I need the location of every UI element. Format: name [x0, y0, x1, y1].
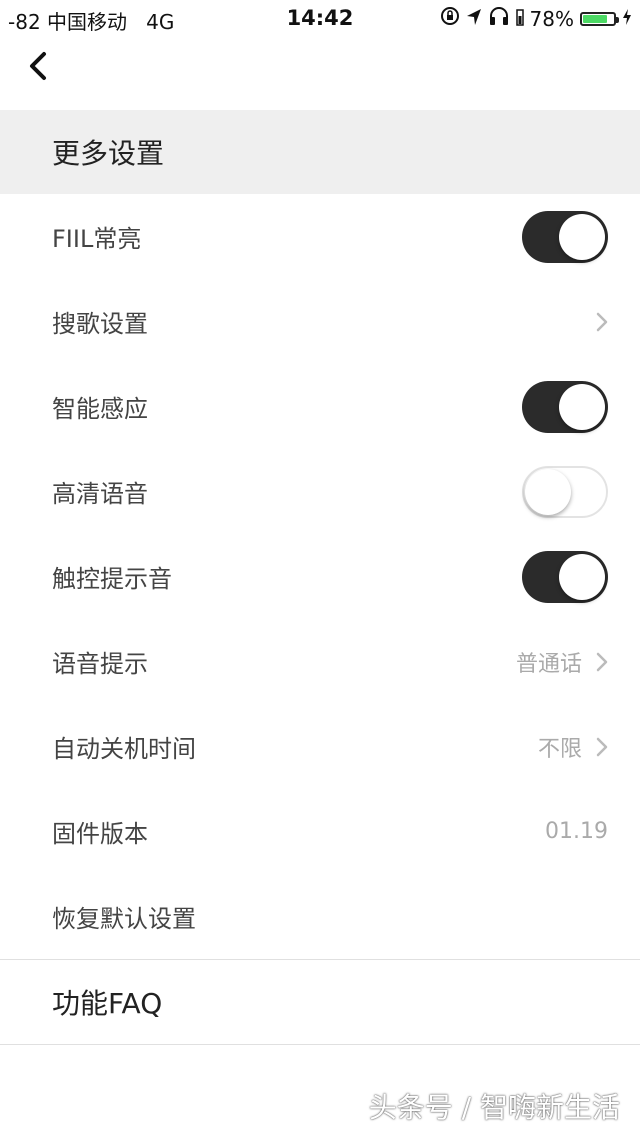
section-header: 更多设置: [0, 110, 640, 194]
battery-percent: 78%: [529, 6, 574, 31]
setting-row-voice-prompt[interactable]: 语音提示 普通话: [0, 619, 640, 704]
setting-row-firmware: 固件版本 01.19: [0, 789, 640, 874]
setting-label: 搜歌设置: [52, 310, 148, 338]
setting-label: 自动关机时间: [52, 735, 196, 763]
setting-value: 不限: [537, 736, 582, 762]
headphone-battery-icon: [515, 7, 524, 31]
back-button[interactable]: [18, 48, 58, 88]
battery-icon: [580, 11, 619, 26]
status-right: 78%: [440, 6, 632, 31]
row-right: [596, 312, 608, 332]
setting-label: 恢复默认设置: [52, 905, 196, 933]
firmware-version: 01.19: [545, 819, 608, 844]
headphones-icon: [488, 6, 510, 31]
setting-row-auto-off[interactable]: 自动关机时间 不限: [0, 704, 640, 789]
setting-label: 语音提示: [52, 650, 148, 678]
row-right: 01.19: [545, 819, 608, 844]
chevron-right-icon: [596, 652, 608, 672]
setting-row-hd-voice: 高清语音: [0, 449, 640, 534]
setting-label: 固件版本: [52, 820, 148, 848]
setting-row-restore-defaults[interactable]: 恢复默认设置: [0, 874, 640, 959]
divider: [0, 1044, 640, 1045]
rotation-lock-icon: [440, 6, 460, 31]
setting-row-song-search[interactable]: 搜歌设置: [0, 279, 640, 364]
faq-label: 功能FAQ: [52, 987, 163, 1020]
status-bar: -82 中国移动 4G 14:42 78%: [0, 0, 640, 36]
smart-sense-toggle[interactable]: [522, 380, 608, 433]
settings-list: FIIL常亮 搜歌设置 智能感应 高清语音 触控提示音 语音提示 普通话 自动关…: [0, 194, 640, 1045]
chevron-right-icon: [596, 312, 608, 332]
touch-sound-toggle[interactable]: [522, 550, 608, 603]
toggle-knob: [559, 553, 605, 600]
location-arrow-icon: [466, 7, 482, 31]
toggle-knob: [559, 213, 605, 260]
chevron-left-icon: [27, 51, 49, 85]
row-right: 普通话: [516, 646, 608, 678]
toggle-knob: [559, 383, 605, 430]
setting-label: 高清语音: [52, 480, 148, 508]
setting-label: FIIL常亮: [52, 225, 142, 253]
charging-bolt-icon: [622, 7, 632, 31]
setting-label: 智能感应: [52, 395, 148, 423]
setting-value: 普通话: [515, 651, 582, 677]
faq-row[interactable]: 功能FAQ: [0, 960, 640, 1044]
row-right: 不限: [538, 731, 608, 763]
setting-row-touch-sound: 触控提示音: [0, 534, 640, 619]
setting-row-fiil-always-on: FIIL常亮: [0, 194, 640, 279]
hd-voice-toggle[interactable]: [522, 465, 608, 518]
section-title: 更多设置: [52, 137, 165, 170]
fiil-always-on-toggle[interactable]: [522, 210, 608, 263]
setting-label: 触控提示音: [52, 565, 172, 593]
chevron-right-icon: [596, 737, 608, 757]
setting-row-smart-sense: 智能感应: [0, 364, 640, 449]
toggle-knob: [525, 468, 571, 515]
watermark: 头条号 / 智嗨新生活: [368, 1091, 620, 1124]
